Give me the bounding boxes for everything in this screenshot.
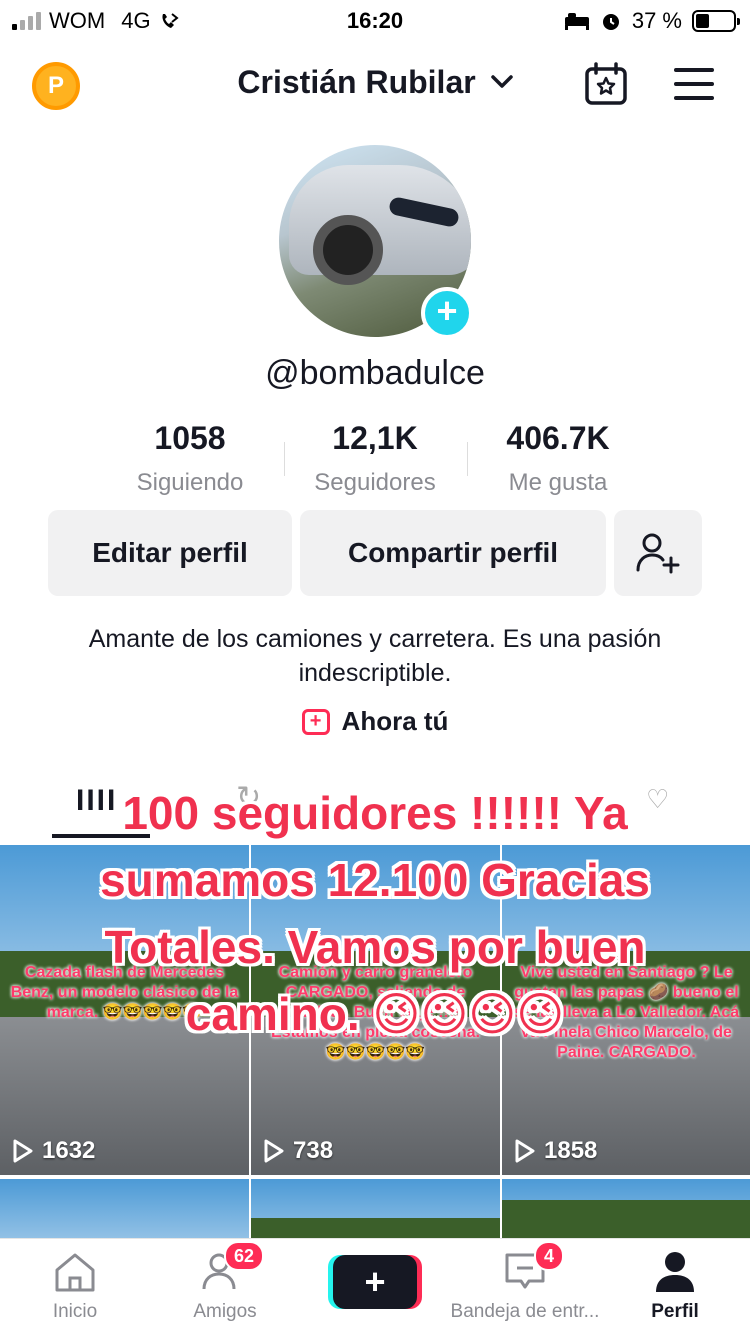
battery-icon xyxy=(692,10,740,32)
stat-followers[interactable]: 12,1K Seguidores xyxy=(285,420,465,497)
avatar-wheel-shape xyxy=(313,215,383,285)
add-story-button[interactable]: + xyxy=(421,287,473,339)
view-count-value: 1858 xyxy=(544,1137,598,1164)
stat-following-value: 1058 xyxy=(154,420,226,456)
nav-friends-label: Amigos xyxy=(193,1301,257,1322)
nav-home-label: Inicio xyxy=(52,1301,98,1322)
profile-name: Cristián Rubilar xyxy=(237,64,476,100)
stat-followers-label: Seguidores xyxy=(314,469,436,496)
inbox-badge: 4 xyxy=(534,1241,565,1271)
stat-following[interactable]: 1058 Siguiendo xyxy=(100,420,280,497)
play-icon xyxy=(264,1139,284,1163)
view-count: 1858 xyxy=(514,1137,597,1165)
home-icon xyxy=(55,1253,95,1292)
add-user-icon xyxy=(636,533,680,574)
bed-icon xyxy=(564,13,589,30)
status-bar: WOM 4G 16:20 37 % xyxy=(0,0,750,42)
chevron-down-icon xyxy=(490,75,513,88)
nav-home[interactable]: Inicio xyxy=(0,1247,150,1323)
overlay-caption: 100 seguidores !!!!!! Ya sumamos 12.100 … xyxy=(100,787,650,1040)
battery-percent: 37 % xyxy=(631,8,682,33)
bottom-nav: Inicio 62 Amigos + 4 Bandeja de entr... … xyxy=(0,1238,750,1334)
profile-header: P Cristián Rubilar xyxy=(0,50,750,120)
username: @bombadulce xyxy=(265,354,485,392)
play-icon xyxy=(515,1139,535,1163)
view-count-value: 738 xyxy=(293,1137,334,1164)
stat-likes[interactable]: 406.7K Me gusta xyxy=(468,420,648,497)
alarm-icon xyxy=(602,14,619,30)
profile-bio: Amante de los camiones y carretera. Es u… xyxy=(88,625,662,687)
stat-likes-label: Me gusta xyxy=(508,469,608,496)
play-icon xyxy=(13,1139,33,1163)
view-count-value: 1632 xyxy=(42,1137,96,1164)
create-button[interactable]: + xyxy=(333,1255,417,1309)
nav-profile-label: Perfil xyxy=(651,1301,699,1322)
share-profile-button[interactable]: Compartir perfil xyxy=(300,510,606,596)
ahora-tu-link[interactable]: + Ahora tú xyxy=(0,706,750,737)
edit-profile-button[interactable]: Editar perfil xyxy=(48,510,292,596)
add-friend-button[interactable] xyxy=(614,510,702,596)
nav-inbox[interactable]: 4 Bandeja de entr... xyxy=(450,1241,600,1323)
status-right: 37 % xyxy=(564,8,740,34)
stat-following-label: Siguiendo xyxy=(136,469,244,496)
stat-followers-value: 12,1K xyxy=(332,420,418,456)
nav-friends[interactable]: 62 Amigos xyxy=(150,1241,300,1323)
stat-likes-value: 406.7K xyxy=(506,420,610,456)
menu-icon[interactable] xyxy=(674,68,714,100)
view-count: 1632 xyxy=(12,1137,95,1165)
nav-profile[interactable]: Perfil xyxy=(600,1247,750,1323)
calendar-star-icon[interactable] xyxy=(584,62,628,106)
stats-row: 1058 Siguiendo 12,1K Seguidores 406.7K M… xyxy=(0,420,750,500)
ahora-tu-label: Ahora tú xyxy=(341,706,449,736)
view-count: 738 xyxy=(263,1137,333,1165)
account-switcher[interactable]: Cristián Rubilar xyxy=(0,64,750,101)
profile-icon xyxy=(656,1252,694,1292)
nav-inbox-label: Bandeja de entr... xyxy=(450,1301,600,1322)
plus-square-icon: + xyxy=(301,708,330,735)
friends-badge: 62 xyxy=(224,1241,265,1271)
